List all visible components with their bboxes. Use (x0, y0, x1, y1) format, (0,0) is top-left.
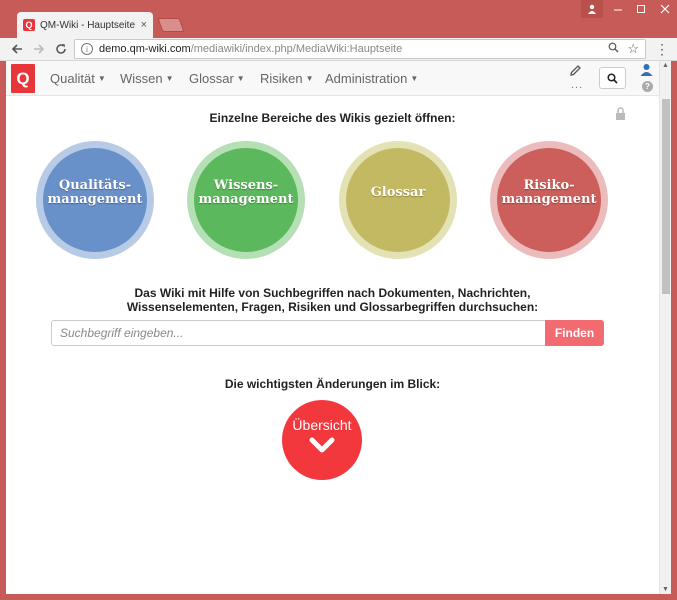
caret-down-icon: ▼ (410, 74, 419, 83)
caret-down-icon: ▼ (236, 74, 245, 83)
scroll-up-arrow-icon[interactable]: ▲ (662, 62, 669, 69)
nav-item-risiken[interactable]: Risiken ▼ (260, 71, 314, 86)
scroll-down-arrow-icon[interactable]: ▼ (662, 586, 669, 593)
nav-label: Wissen (120, 71, 163, 86)
browser-toolbar: i demo.qm-wiki.com/mediawiki/index.php/M… (0, 38, 677, 61)
area-glossar[interactable]: Glossar (339, 141, 457, 259)
nav-item-administration[interactable]: Administration ▼ (325, 71, 418, 86)
back-arrow-icon[interactable] (9, 41, 25, 57)
area-risikomanagement[interactable]: Risiko-management (490, 141, 608, 259)
url-host: demo.qm-wiki.com (99, 43, 191, 55)
address-bar[interactable]: i demo.qm-wiki.com/mediawiki/index.php/M… (74, 39, 646, 59)
site-logo[interactable]: Q (11, 64, 35, 93)
help-icon[interactable]: ? (642, 81, 653, 92)
area-label-line1: Qualitäts- (58, 178, 132, 193)
nav-item-glossar[interactable]: Glossar ▼ (189, 71, 245, 86)
bookmark-star-icon[interactable]: ☆ (627, 41, 639, 57)
area-wissensmanagement[interactable]: Wissens-management (187, 141, 305, 259)
area-label-line2: management (47, 192, 143, 207)
page-scrollbar[interactable]: ▲ ▼ (659, 61, 671, 594)
favicon-icon: Q (23, 19, 35, 31)
info-icon[interactable]: i (81, 43, 93, 55)
overview-button[interactable]: Übersicht (282, 400, 362, 480)
caret-down-icon: ▼ (305, 74, 314, 83)
more-actions[interactable]: ... (571, 79, 583, 91)
zoom-icon[interactable] (608, 42, 619, 56)
nav-label: Administration (325, 71, 408, 86)
areas-heading: Einzelne Bereiche des Wikis gezielt öffn… (209, 111, 456, 125)
search-icon (607, 72, 618, 84)
nav-item-wissen[interactable]: Wissen ▼ (120, 71, 174, 86)
tab-title: QM-Wiki - Hauptseite – (40, 19, 137, 31)
area-label-line2: management (501, 192, 597, 207)
profile-icon[interactable] (581, 0, 603, 18)
maximize-icon[interactable] (630, 0, 652, 18)
close-tab-icon[interactable]: × (141, 19, 147, 31)
nav-label: Qualität (50, 71, 95, 86)
area-label-line1: Wissens- (213, 178, 279, 193)
user-icon[interactable] (640, 63, 653, 79)
search-heading-line2: Wissenselementen, Fragen, Risiken und Gl… (126, 300, 539, 314)
caret-down-icon: ▼ (165, 74, 174, 83)
area-label-line1: Risiko- (523, 178, 575, 193)
window-close-icon[interactable] (652, 0, 677, 18)
search-heading-line1: Das Wiki mit Hilfe von Suchbegriffen nac… (134, 286, 531, 300)
pencil-icon[interactable] (569, 64, 582, 80)
caret-down-icon: ▼ (97, 74, 106, 83)
scroll-thumb[interactable] (662, 99, 670, 294)
browser-tab[interactable]: Q QM-Wiki - Hauptseite – × (17, 12, 153, 38)
minimize-icon[interactable] (606, 0, 630, 18)
nav-item-qualitaet[interactable]: Qualität ▼ (50, 71, 106, 86)
nav-label: Risiken (260, 71, 303, 86)
search-toggle-button[interactable] (599, 67, 626, 89)
forward-arrow-icon[interactable] (31, 41, 47, 57)
wiki-search-form: Finden (51, 320, 604, 346)
chevron-down-icon (282, 437, 362, 460)
search-heading: Das Wiki mit Hilfe von Suchbegriffen nac… (6, 286, 659, 314)
new-tab-button[interactable] (157, 18, 185, 32)
search-input[interactable] (51, 320, 545, 346)
find-button[interactable]: Finden (545, 320, 604, 346)
nav-label: Glossar (189, 71, 234, 86)
overview-label: Übersicht (292, 417, 352, 433)
window-titlebar: Q QM-Wiki - Hauptseite – × (0, 0, 677, 38)
area-label-line2: management (198, 192, 294, 207)
area-qualitaetsmanagement[interactable]: Qualitäts-management (36, 141, 154, 259)
url-path: /mediawiki/index.php/MediaWiki:Hauptseit… (190, 43, 403, 55)
site-navbar: Q Qualität ▼ Wissen ▼ Glossar ▼ Risiken ▼ Ad… (6, 61, 659, 96)
browser-menu-icon[interactable]: ⋮ (654, 41, 670, 58)
page-viewport: Q Qualität ▼ Wissen ▼ Glossar ▼ Risiken ▼ Ad… (6, 61, 671, 594)
reload-icon[interactable] (53, 41, 69, 57)
area-label-line1: Glossar (370, 185, 426, 200)
changes-heading: Die wichtigsten Änderungen im Blick: (224, 377, 441, 391)
